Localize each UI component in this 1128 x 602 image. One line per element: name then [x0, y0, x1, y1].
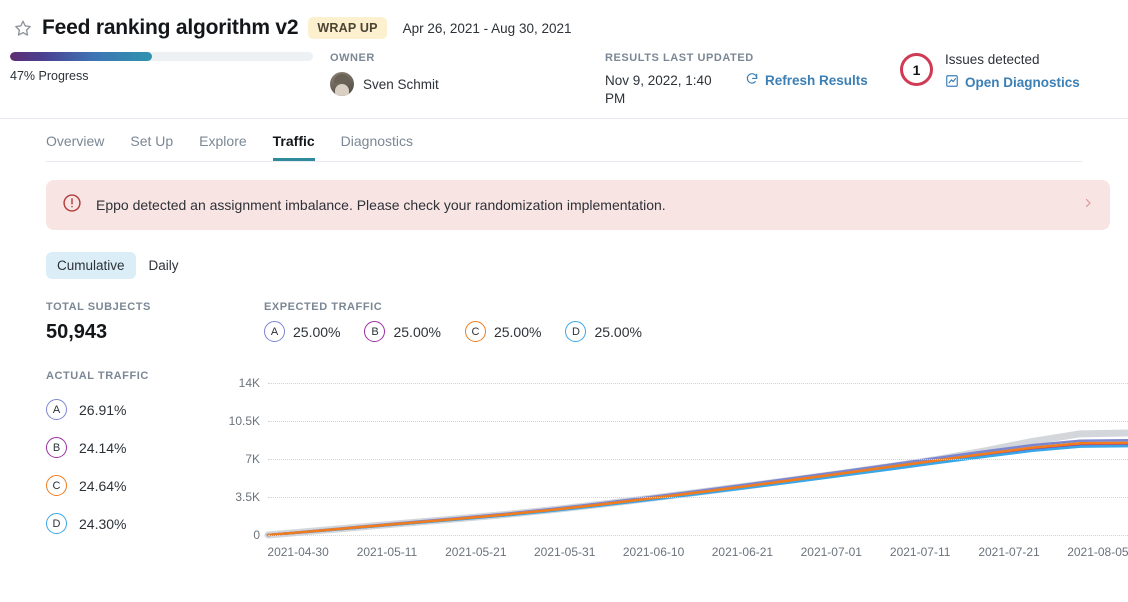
expected-traffic-item: C 25.00% [465, 321, 541, 342]
issues-block: 1 Issues detected Open Diagnostics [900, 52, 1080, 93]
cumulative-traffic-chart[interactable]: 14K10.5K7K3.5K0 2021-04-302021-05-112021… [236, 373, 1128, 569]
actual-traffic-item: A 26.91% [46, 399, 236, 420]
actual-traffic-list: ACTUAL TRAFFIC A 26.91% B 24.14% C 24.64% D 24.… [46, 370, 236, 569]
results-updated-label: RESULTS LAST UPDATED [605, 52, 900, 64]
variation-badge-c: C [46, 475, 67, 496]
experiment-header: Feed ranking algorithm v2 WRAP UP Apr 26… [0, 0, 1128, 119]
diagnostics-icon [945, 74, 959, 91]
chart-x-tick-label: 2021-05-31 [534, 545, 595, 559]
owner-label: OWNER [330, 52, 605, 64]
expected-traffic-percent: 25.00% [293, 324, 340, 340]
granularity-segmented-control: CumulativeDaily [46, 252, 1128, 279]
title-row: Feed ranking algorithm v2 WRAP UP Apr 26… [0, 0, 1128, 40]
chart-y-tick-label: 10.5K [229, 414, 260, 428]
variation-badge-b: B [364, 321, 385, 342]
chart-gridline [268, 497, 1128, 498]
chart-plot-area: 14K10.5K7K3.5K0 [268, 383, 1128, 535]
avatar [330, 72, 354, 96]
actual-traffic-item: D 24.30% [46, 513, 236, 534]
issues-count-badge: 1 [900, 53, 933, 86]
tab-overview[interactable]: Overview [46, 133, 104, 161]
total-subjects-label: TOTAL SUBJECTS [46, 301, 264, 313]
expected-traffic-item: D 25.00% [565, 321, 641, 342]
progress-bar-fill [10, 52, 152, 61]
chart-x-tick-label: 2021-07-21 [978, 545, 1039, 559]
actual-traffic-percent: 26.91% [79, 402, 126, 418]
chart-y-tick-label: 7K [245, 452, 260, 466]
tab-traffic[interactable]: Traffic [273, 133, 315, 161]
expected-traffic-percent: 25.00% [594, 324, 641, 340]
traffic-summary: TOTAL SUBJECTS 50,943 EXPECTED TRAFFIC A… [46, 301, 1128, 344]
tab-explore[interactable]: Explore [199, 133, 246, 161]
chart-gridline [268, 535, 1128, 536]
variation-badge-a: A [264, 321, 285, 342]
chart-x-tick-label: 2021-05-11 [357, 545, 418, 559]
page-title: Feed ranking algorithm v2 [42, 16, 298, 40]
chart-gridline [268, 383, 1128, 384]
variation-badge-b: B [46, 437, 67, 458]
error-circle-icon [62, 193, 82, 218]
total-subjects-block: TOTAL SUBJECTS 50,943 [46, 301, 264, 344]
variation-badge-d: D [565, 321, 586, 342]
assignment-imbalance-alert: Eppo detected an assignment imbalance. P… [46, 180, 1110, 230]
chart-x-axis: 2021-04-30 2021-05-11 2021-05-21 2021-05-31… [268, 539, 1128, 569]
variation-badge-c: C [465, 321, 486, 342]
actual-traffic-percent: 24.64% [79, 478, 126, 494]
chart-gridline [268, 459, 1128, 460]
actual-traffic-label: ACTUAL TRAFFIC [46, 370, 236, 382]
owner-name: Sven Schmit [363, 77, 439, 92]
chart-x-tick-label: 2021-06-10 [623, 545, 684, 559]
issues-detected-label: Issues detected [945, 52, 1080, 67]
actual-traffic-percent: 24.14% [79, 440, 126, 456]
refresh-results-button[interactable]: Refresh Results [745, 72, 868, 89]
results-updated-value: Nov 9, 2022, 1:40 PM [605, 72, 727, 108]
tabs-divider [46, 161, 1082, 162]
progress-bar-track [10, 52, 313, 61]
tab-set-up[interactable]: Set Up [130, 133, 173, 161]
expected-traffic-percent: 25.00% [494, 324, 541, 340]
actual-traffic-percent: 24.30% [79, 516, 126, 532]
chevron-right-icon[interactable] [1082, 196, 1094, 214]
variation-badge-a: A [46, 399, 67, 420]
tab-bar: Overview Set Up Explore Traffic Diagnostics [0, 119, 1128, 161]
open-diagnostics-button[interactable]: Open Diagnostics [945, 74, 1080, 91]
progress-block: 47% Progress [0, 52, 330, 83]
chart-x-tick-label: 2021-08-05 [1067, 545, 1128, 559]
open-diagnostics-label: Open Diagnostics [965, 75, 1080, 90]
star-outline-icon[interactable] [14, 19, 32, 37]
chart-y-tick-label: 14K [239, 376, 260, 390]
refresh-results-label: Refresh Results [765, 73, 868, 88]
expected-traffic-percent: 25.00% [393, 324, 440, 340]
chart-x-tick-label: 2021-06-21 [712, 545, 773, 559]
chart-x-tick-label: 2021-07-01 [801, 545, 862, 559]
total-subjects-value: 50,943 [46, 321, 264, 344]
expected-traffic-block: EXPECTED TRAFFIC A25.00%B25.00%C25.00%D2… [264, 301, 1128, 342]
refresh-icon [745, 72, 759, 89]
chart-x-tick-label: 2021-05-21 [445, 545, 506, 559]
expected-traffic-item: A 25.00% [264, 321, 340, 342]
traffic-chart-block: ACTUAL TRAFFIC A 26.91% B 24.14% C 24.64% D 24.… [46, 370, 1128, 569]
status-badge: WRAP UP [308, 17, 386, 39]
segment-cumulative[interactable]: Cumulative [46, 252, 136, 279]
tab-diagnostics[interactable]: Diagnostics [341, 133, 413, 161]
expected-traffic-item: B 25.00% [364, 321, 440, 342]
date-range: Apr 26, 2021 - Aug 30, 2021 [403, 21, 572, 36]
expected-traffic-label: EXPECTED TRAFFIC [264, 301, 1128, 313]
segment-daily[interactable]: Daily [138, 252, 190, 279]
variation-badge-d: D [46, 513, 67, 534]
progress-label: 47% Progress [10, 69, 330, 83]
chart-x-tick-label: 2021-04-30 [267, 545, 328, 559]
chart-y-tick-label: 3.5K [235, 490, 260, 504]
actual-traffic-item: C 24.64% [46, 475, 236, 496]
chart-y-tick-label: 0 [253, 528, 260, 542]
expected-traffic-list: A 25.00% B 25.00% C 25.00% D 25.00% [264, 321, 1128, 342]
alert-message: Eppo detected an assignment imbalance. P… [96, 197, 666, 213]
chart-x-tick-label: 2021-07-11 [890, 545, 951, 559]
results-updated-block: RESULTS LAST UPDATED Nov 9, 2022, 1:40 P… [605, 52, 900, 108]
owner-block: OWNER Sven Schmit [330, 52, 605, 96]
actual-traffic-item: B 24.14% [46, 437, 236, 458]
header-meta-row: 47% Progress OWNER Sven Schmit RESULTS L… [0, 40, 1128, 102]
chart-gridline [268, 421, 1128, 422]
